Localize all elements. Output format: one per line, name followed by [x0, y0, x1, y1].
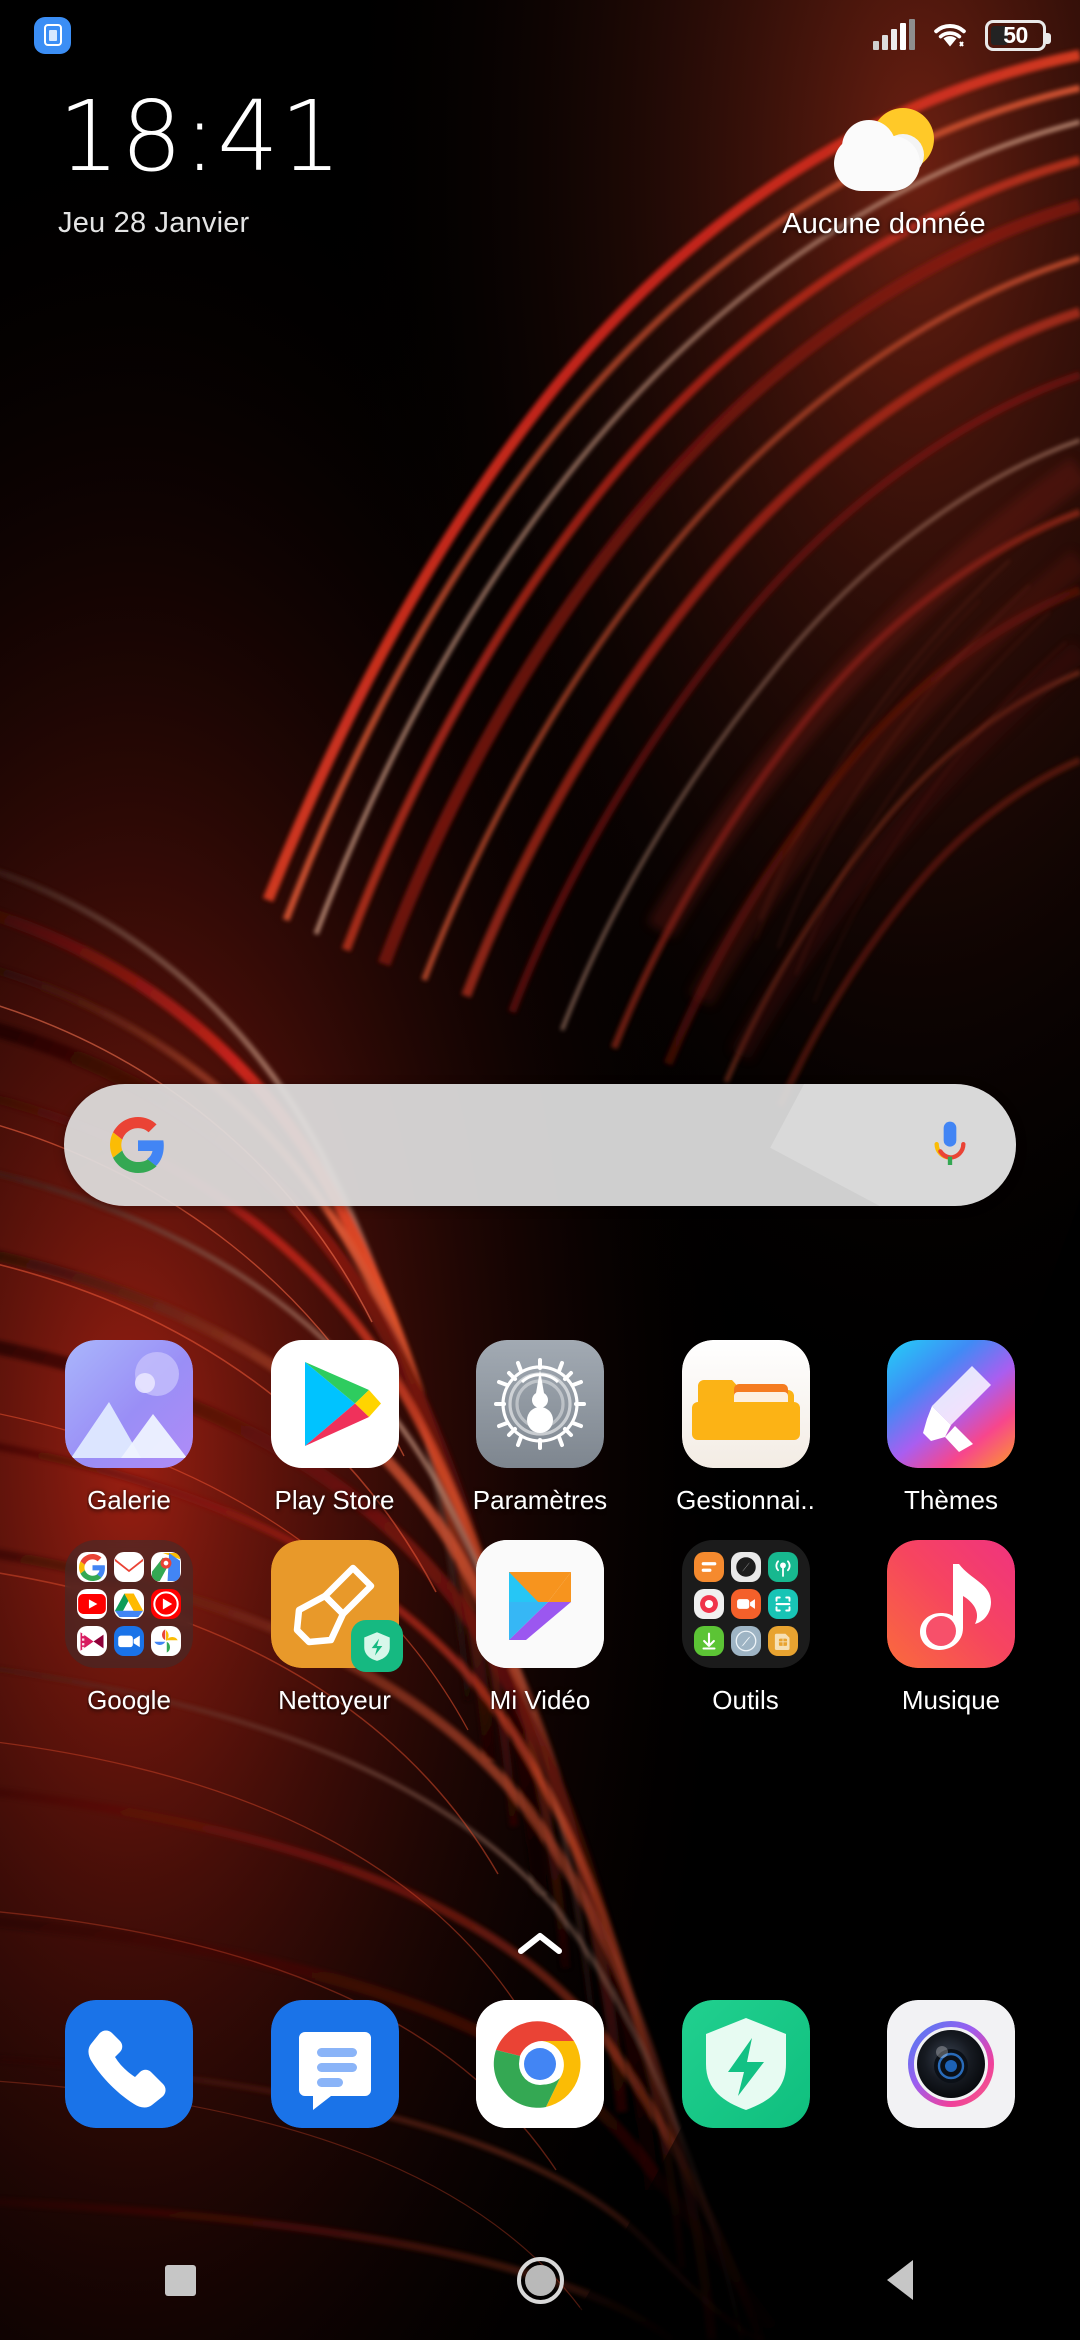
folder-tools[interactable]: Outils	[661, 1540, 831, 1716]
mini-google-search-icon	[77, 1552, 107, 1582]
cellular-signal-icon	[873, 19, 915, 50]
cleaner-brush-icon	[270, 1540, 403, 1672]
app-gallery[interactable]: Galerie	[44, 1340, 214, 1516]
app-settings[interactable]: Paramètres	[455, 1340, 625, 1516]
app-label: Thèmes	[904, 1485, 998, 1515]
app-label: Musique	[901, 1685, 1001, 1715]
back-triangle-icon	[887, 2260, 913, 2300]
back-button[interactable]	[825, 2220, 975, 2340]
dock	[0, 2000, 1080, 2128]
play-store-icon	[270, 1340, 399, 1468]
mini-screen-recorder-icon	[730, 1589, 761, 1619]
recents-button[interactable]	[105, 2220, 255, 2340]
tools-folder-icon	[681, 1540, 810, 1668]
app-notification-icon[interactable]	[34, 16, 71, 54]
weather-status-text: Aucune donnée	[782, 208, 986, 240]
app-music[interactable]: Musique	[866, 1540, 1036, 1716]
home-button[interactable]	[465, 2220, 615, 2340]
app-mi-video[interactable]: Mi Vidéo	[455, 1540, 625, 1716]
home-circle-icon	[516, 2256, 564, 2304]
battery-level: 50	[1003, 21, 1028, 48]
mini-sim-toolkit-icon	[767, 1626, 798, 1656]
clock-widget[interactable]: 18:41 Jeu 28 Janvier	[58, 88, 343, 240]
app-label: Gestionnai..	[676, 1485, 815, 1515]
folder-google[interactable]: Google	[44, 1540, 214, 1716]
google-search-bar[interactable]	[64, 1084, 1016, 1206]
mini-youtube-music-icon	[151, 1589, 181, 1619]
status-bar[interactable]: 50	[0, 0, 1080, 70]
phone-icon	[65, 2000, 193, 2128]
app-cleaner[interactable]: Nettoyeur	[250, 1540, 420, 1716]
mini-play-movies-icon	[77, 1626, 107, 1656]
security-shield-icon	[681, 2000, 810, 2128]
app-label: Paramètres	[472, 1485, 608, 1515]
app-label: Google	[87, 1685, 171, 1715]
app-file-manager[interactable]: Gestionnai..	[661, 1340, 831, 1516]
navigation-bar	[0, 2220, 1080, 2340]
mini-drive-icon	[114, 1589, 144, 1619]
mini-photos-icon	[151, 1626, 181, 1656]
messages-icon	[270, 2000, 399, 2128]
mini-youtube-icon	[77, 1589, 107, 1619]
app-row-1: Galerie Play Store Paramètres Gestionnai…	[0, 1340, 1080, 1516]
file-manager-folder-icon	[681, 1340, 810, 1468]
chrome-icon	[476, 2000, 604, 2128]
mini-downloads-icon	[693, 1626, 724, 1656]
mini-compass-icon	[730, 1552, 761, 1582]
sun-behind-cloud-icon	[824, 108, 944, 196]
app-label: Outils	[712, 1685, 779, 1715]
wifi-icon	[932, 20, 968, 50]
google-assistant-mic-icon[interactable]	[930, 1117, 970, 1173]
settings-gear-icon	[476, 1340, 604, 1468]
clock-time: 18:41	[58, 80, 343, 193]
mini-browser-icon	[730, 1626, 761, 1656]
mini-broadcast-icon	[767, 1552, 798, 1582]
camera-icon	[887, 2000, 1015, 2128]
mini-notes-icon	[693, 1552, 724, 1582]
chevron-up-icon	[518, 1933, 562, 1954]
mini-meet-icon	[114, 1626, 144, 1656]
google-g-icon	[110, 1117, 166, 1173]
dock-app-chrome[interactable]	[455, 2000, 625, 2128]
dock-app-phone[interactable]	[44, 2000, 214, 2128]
google-folder-icon	[65, 1540, 193, 1668]
themes-brush-icon	[887, 1340, 1015, 1468]
app-label: Galerie	[87, 1485, 171, 1515]
app-label: Nettoyeur	[278, 1685, 391, 1715]
music-note-icon	[887, 1540, 1015, 1668]
battery-icon: 50	[985, 19, 1051, 51]
dock-app-security[interactable]	[661, 2000, 831, 2128]
mini-maps-icon	[151, 1552, 181, 1582]
mini-recorder-icon	[693, 1589, 724, 1619]
app-play-store[interactable]: Play Store	[250, 1340, 420, 1516]
cleaner-shield-badge-icon	[350, 1620, 403, 1672]
mini-scanner-icon	[767, 1589, 798, 1619]
gallery-icon	[65, 1340, 193, 1468]
mi-video-icon	[476, 1540, 604, 1668]
recents-square-icon	[164, 2264, 196, 2296]
status-bar-left	[34, 16, 71, 54]
mini-gmail-icon	[114, 1552, 144, 1582]
app-drawer-handle[interactable]	[0, 1930, 1080, 1961]
app-label: Play Store	[274, 1485, 395, 1515]
dock-app-messages[interactable]	[250, 2000, 420, 2128]
app-label: Mi Vidéo	[489, 1685, 591, 1715]
weather-widget[interactable]: Aucune donnée	[734, 108, 1034, 241]
app-row-2: Google Nettoyeur Mi Vidéo Outils Musique	[0, 1540, 1080, 1716]
status-bar-right: 50	[873, 19, 1051, 51]
clock-date: Jeu 28 Janvier	[58, 207, 250, 239]
app-themes[interactable]: Thèmes	[866, 1340, 1036, 1516]
dock-app-camera[interactable]	[866, 2000, 1036, 2128]
